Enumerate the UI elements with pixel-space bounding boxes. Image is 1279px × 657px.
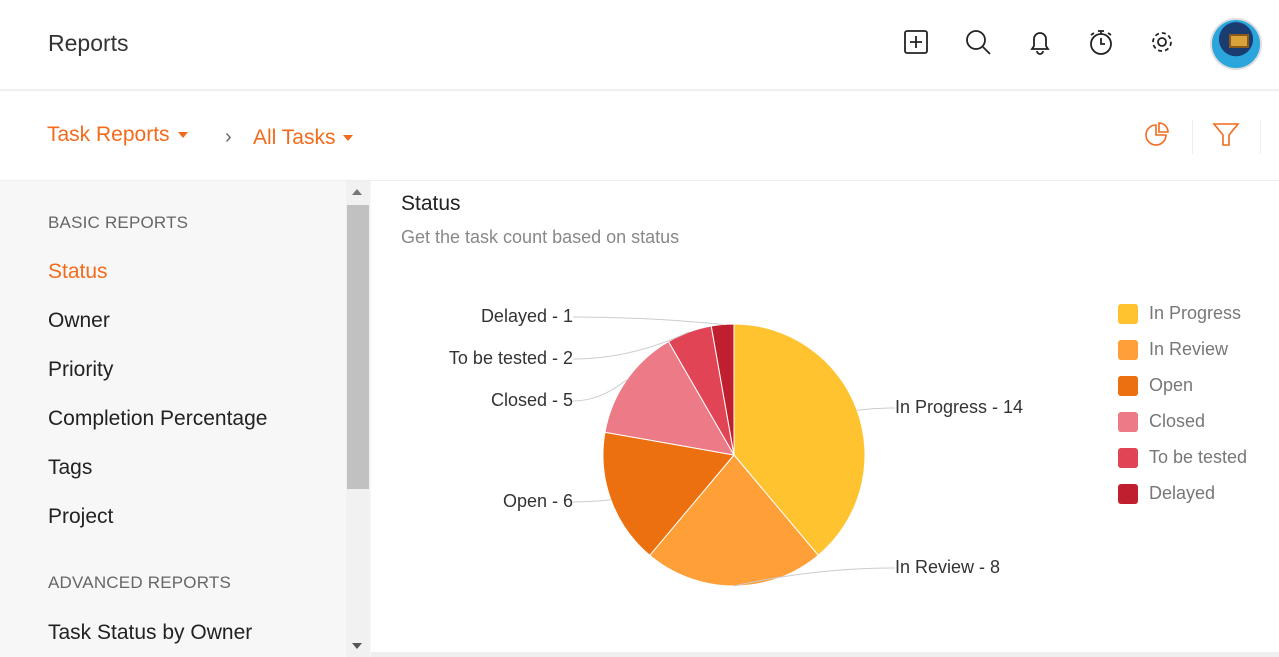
- sidebar: BASIC REPORTS Status Owner Priority Comp…: [0, 181, 371, 657]
- all-tasks-dropdown[interactable]: All Tasks: [253, 126, 354, 150]
- leader-line: [572, 316, 723, 325]
- search-icon[interactable]: [963, 27, 993, 57]
- data-label: In Review - 8: [895, 557, 1001, 577]
- basic-reports-heading: BASIC REPORTS: [48, 213, 189, 232]
- legend-swatch: [1118, 303, 1138, 324]
- legend-swatch: [1118, 483, 1138, 504]
- advanced-reports-heading: ADVANCED REPORTS: [48, 573, 231, 592]
- legend-item[interactable]: Closed: [1118, 411, 1205, 432]
- sidebar-scrollbar[interactable]: [346, 181, 370, 657]
- legend-item[interactable]: Open: [1118, 375, 1193, 396]
- sidebar-item-task-status-by-owner[interactable]: Task Status by Owner: [48, 621, 252, 645]
- report-toolbar: Task Reports › All Tasks: [0, 93, 1279, 181]
- leader-line: [572, 499, 611, 503]
- data-label: Open - 6: [502, 491, 573, 511]
- timer-icon[interactable]: [1086, 27, 1116, 57]
- leader-line: [857, 407, 896, 411]
- data-label: Delayed - 1: [480, 306, 573, 326]
- chevron-right-icon: ›: [225, 126, 232, 148]
- legend-label: Closed: [1149, 411, 1206, 431]
- legend-swatch: [1118, 411, 1138, 432]
- scrollbar-thumb[interactable]: [347, 205, 369, 489]
- caret-down-icon: [177, 132, 188, 139]
- divider: [1260, 120, 1261, 154]
- top-bar: Reports: [0, 0, 1279, 91]
- filter-icon[interactable]: [1212, 121, 1240, 149]
- legend-swatch: [1118, 339, 1138, 360]
- sidebar-item-completion-percentage[interactable]: Completion Percentage: [48, 407, 267, 431]
- gear-icon[interactable]: [1147, 27, 1177, 57]
- scroll-down-icon[interactable]: [352, 643, 362, 649]
- legend-swatch: [1118, 447, 1138, 468]
- legend-label: Open: [1149, 375, 1194, 395]
- bell-icon[interactable]: [1025, 27, 1055, 57]
- task-reports-label: Task Reports: [47, 123, 170, 146]
- bottom-border: [371, 652, 1279, 657]
- sidebar-item-priority[interactable]: Priority: [48, 358, 113, 382]
- data-label: In Progress - 14: [895, 397, 1024, 417]
- legend-item[interactable]: In Review: [1118, 339, 1228, 360]
- sidebar-item-owner[interactable]: Owner: [48, 309, 110, 333]
- legend-label: Delayed: [1149, 483, 1216, 503]
- avatar[interactable]: [1210, 18, 1262, 70]
- divider: [1192, 120, 1193, 154]
- legend-swatch: [1118, 375, 1138, 396]
- task-reports-dropdown[interactable]: Task Reports: [47, 123, 188, 147]
- legend-item[interactable]: Delayed: [1118, 483, 1215, 504]
- legend-label: In Review: [1149, 339, 1229, 359]
- all-tasks-label: All Tasks: [253, 126, 336, 149]
- app-title: Reports: [48, 30, 129, 56]
- sidebar-item-tags[interactable]: Tags: [48, 456, 92, 480]
- legend-item[interactable]: To be tested: [1118, 447, 1247, 468]
- legend-label: To be tested: [1149, 447, 1248, 467]
- legend-item[interactable]: In Progress: [1118, 303, 1241, 324]
- add-icon[interactable]: [901, 27, 931, 57]
- data-label: Closed - 5: [490, 390, 573, 410]
- pie-chart-icon[interactable]: [1143, 121, 1171, 149]
- sidebar-item-project[interactable]: Project: [48, 505, 113, 529]
- legend-label: In Progress: [1149, 303, 1242, 323]
- sidebar-item-status[interactable]: Status: [48, 260, 108, 284]
- data-label: To be tested - 2: [448, 348, 573, 368]
- scroll-up-icon[interactable]: [352, 189, 362, 195]
- caret-down-icon: [343, 135, 354, 142]
